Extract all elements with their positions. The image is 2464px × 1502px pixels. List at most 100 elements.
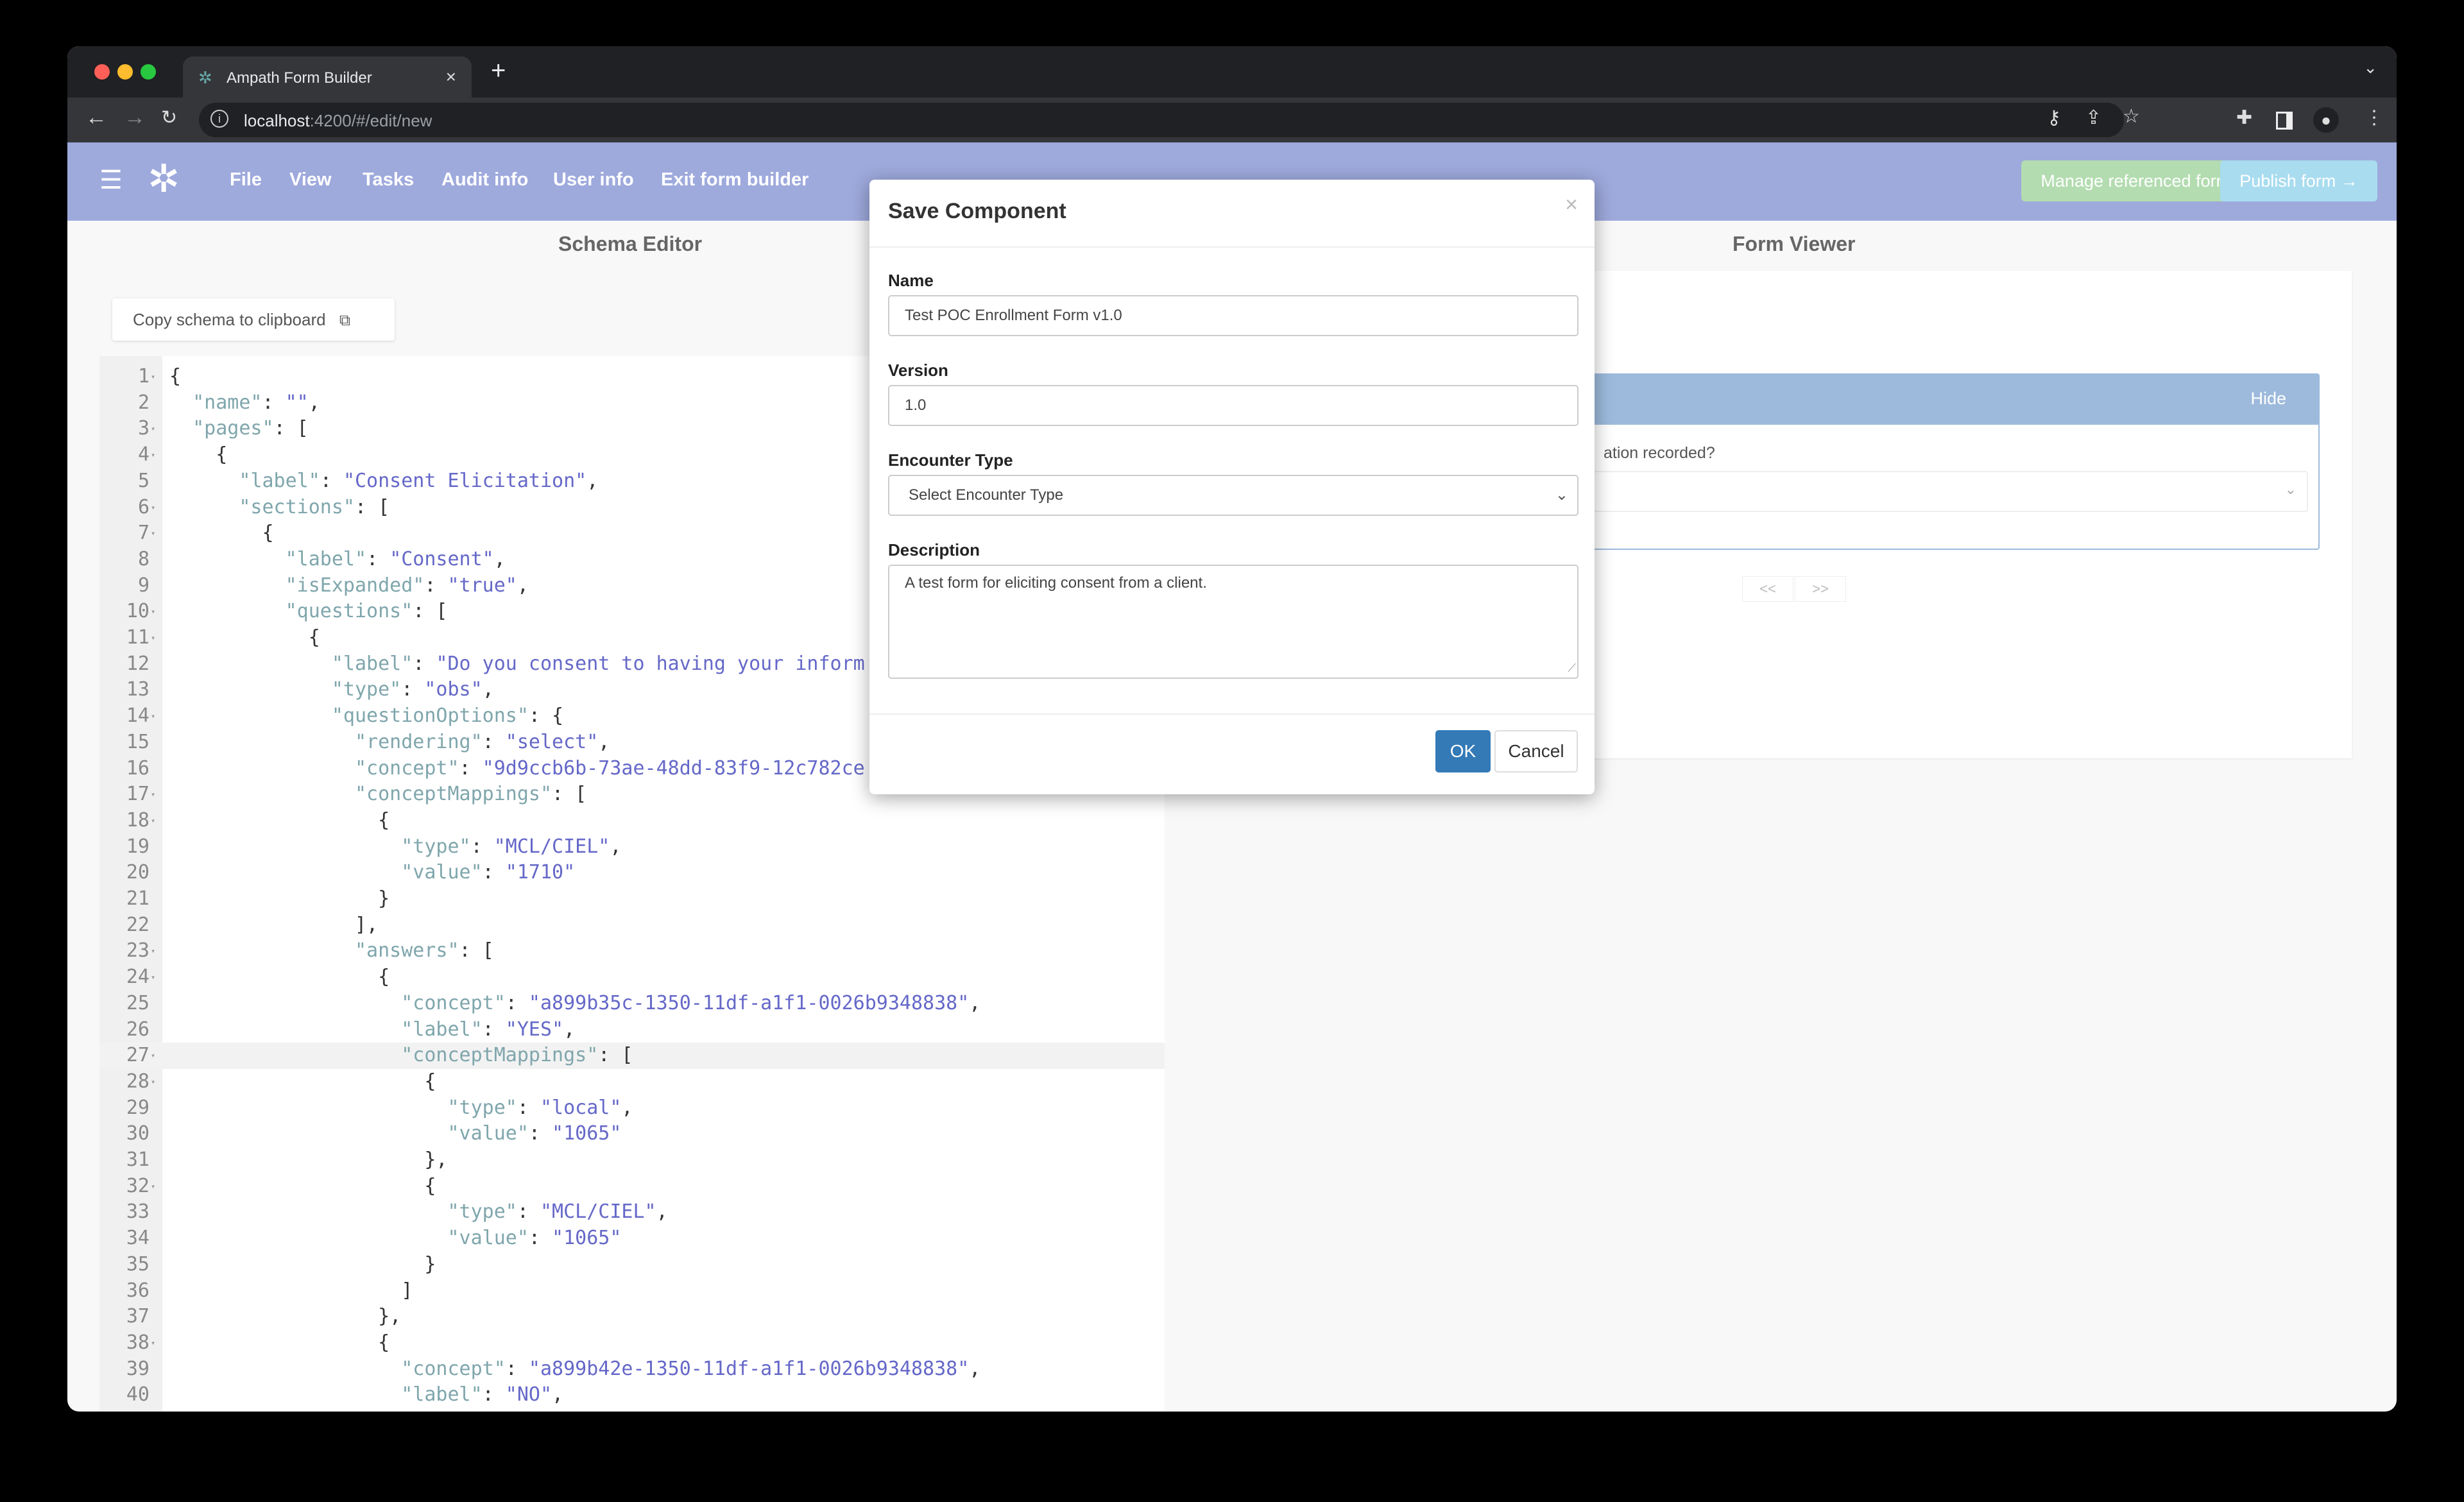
new-tab-icon[interactable]: +	[491, 56, 506, 85]
encounter-type-select[interactable]: Select Encounter Type ⌄	[888, 475, 1579, 516]
line-number: 29	[126, 1096, 150, 1119]
fold-arrow-icon[interactable]: ▾	[151, 416, 155, 442]
chevron-down-icon: ⌄	[1555, 486, 1568, 504]
url-bar[interactable]: i localhost:4200/#/edit/new ⚷ ⇪ ☆	[199, 103, 2140, 137]
code-line[interactable]: 19 "type": "MCL/CIEL",	[99, 834, 1165, 860]
close-window-button[interactable]	[94, 64, 110, 80]
hide-section-button[interactable]: Hide	[2250, 389, 2286, 409]
code-line[interactable]: 25 "concept": "a899b35c-1350-11df-a1f1-0…	[99, 991, 1165, 1017]
key-icon[interactable]: ⚷	[2047, 107, 2061, 129]
code-line[interactable]: 29 "type": "local",	[99, 1095, 1165, 1122]
fold-arrow-icon[interactable]: ▾	[151, 1069, 155, 1095]
fold-arrow-icon[interactable]: ▾	[151, 599, 155, 625]
fold-arrow-icon[interactable]: ▾	[151, 520, 155, 547]
minimize-window-button[interactable]	[117, 64, 133, 80]
json-value: "Do you consent to having your inform	[436, 652, 865, 675]
menu-audit-info[interactable]: Audit info	[441, 169, 528, 191]
share-icon[interactable]: ⇪	[2085, 107, 2101, 129]
code-line[interactable]: 23 ▾ "answers": [	[99, 938, 1165, 964]
code-line[interactable]: 41▾ "conceptMappings": [	[99, 1408, 1165, 1412]
code-text: "type": "MCL/CIEL",	[447, 1200, 668, 1224]
maximize-window-button[interactable]	[141, 64, 156, 80]
menu-user-info[interactable]: User info	[553, 169, 634, 191]
code-line[interactable]: 38 ▾ {	[99, 1330, 1165, 1356]
browser-tab[interactable]: ✲ Ampath Form Builder ×	[183, 56, 472, 98]
modal-close-icon[interactable]: ×	[1565, 192, 1578, 218]
extensions-icon[interactable]: ✚	[2236, 107, 2252, 129]
code-line[interactable]: 35 }	[99, 1252, 1165, 1278]
json-key: "pages"	[193, 417, 274, 440]
description-textarea[interactable]: A test form for eliciting consent from a…	[888, 565, 1579, 679]
copy-schema-button[interactable]: Copy schema to clipboard ⧉	[112, 298, 395, 341]
fold-arrow-icon[interactable]: ▾	[151, 442, 155, 468]
previous-page-button[interactable]: <<	[1742, 576, 1793, 602]
code-line[interactable]: 22 ],	[99, 912, 1165, 939]
code-line[interactable]: 33 "type": "MCL/CIEL",	[99, 1199, 1165, 1225]
tab-list-chevron-icon[interactable]: ⌄	[2363, 58, 2377, 78]
code-line[interactable]: 18 ▾ {	[99, 808, 1165, 834]
question-label: ation recorded?	[1604, 444, 1715, 462]
fold-arrow-icon[interactable]: ▾	[151, 808, 155, 834]
code-line[interactable]: 21 }	[99, 886, 1165, 912]
code-line[interactable]: 30 "value": "1065"	[99, 1121, 1165, 1147]
cancel-button[interactable]: Cancel	[1494, 730, 1578, 772]
side-panel-icon[interactable]	[2276, 112, 2293, 130]
fold-arrow-icon[interactable]: ▾	[151, 1173, 155, 1200]
code-line[interactable]: 34 "value": "1065"	[99, 1225, 1165, 1252]
code-line[interactable]: 36 ]	[99, 1278, 1165, 1304]
json-value: "9d9ccb6b-73ae-48dd-83f9-12c782ce	[482, 756, 865, 780]
code-line[interactable]: 37 },	[99, 1304, 1165, 1330]
site-info-icon[interactable]: i	[210, 110, 228, 128]
back-icon[interactable]: ←	[85, 105, 107, 130]
url-path: :4200/#/edit/new	[309, 111, 432, 130]
ok-button[interactable]: OK	[1435, 730, 1491, 772]
code-text: "conceptMappings": [	[401, 1044, 633, 1067]
fold-arrow-icon[interactable]: ▾	[151, 625, 155, 651]
code-line[interactable]: 31 },	[99, 1147, 1165, 1173]
line-number: 16	[126, 756, 150, 780]
code-text: "type": "obs",	[331, 678, 494, 701]
next-page-button[interactable]: >>	[1795, 576, 1846, 602]
menu-exit-form-builder[interactable]: Exit form builder	[661, 169, 809, 191]
code-line[interactable]: 32 ▾ {	[99, 1173, 1165, 1200]
fold-arrow-icon[interactable]: ▾	[151, 938, 155, 964]
menu-file[interactable]: File	[230, 169, 262, 191]
code-line[interactable]: 40 "label": "NO",	[99, 1382, 1165, 1408]
code-line[interactable]: 24 ▾ {	[99, 964, 1165, 991]
fold-arrow-icon[interactable]: ▾	[151, 964, 155, 991]
reload-icon[interactable]: ↻	[161, 107, 177, 129]
forward-icon[interactable]: →	[124, 105, 146, 130]
name-input[interactable]: Test POC Enrollment Form v1.0	[888, 295, 1579, 336]
json-key: "conceptMappings"	[401, 1410, 598, 1412]
line-number: 2	[137, 391, 150, 414]
fold-arrow-icon[interactable]: ▾	[151, 495, 155, 521]
resize-handle-icon[interactable]: ⟋	[1568, 658, 1576, 678]
fold-arrow-icon[interactable]: ▾	[151, 364, 155, 390]
code-line[interactable]: 28 ▾ {	[99, 1069, 1165, 1095]
code-line[interactable]: 39 "concept": "a899b42e-1350-11df-a1f1-0…	[99, 1356, 1165, 1383]
json-key: "label"	[239, 469, 320, 492]
code-line[interactable]: 26 "label": "YES",	[99, 1017, 1165, 1043]
bookmark-star-icon[interactable]: ☆	[2123, 105, 2140, 128]
publish-form-button[interactable]: Publish form →	[2220, 160, 2377, 201]
fold-arrow-icon[interactable]: ▾	[151, 1330, 155, 1356]
menu-tasks[interactable]: Tasks	[363, 169, 414, 191]
fold-arrow-icon[interactable]: ▾	[151, 1408, 155, 1412]
menu-view[interactable]: View	[289, 169, 332, 191]
close-tab-icon[interactable]: ×	[446, 67, 456, 87]
code-text: "type": "local",	[447, 1096, 633, 1119]
version-input[interactable]: 1.0	[888, 385, 1579, 426]
fold-arrow-icon[interactable]: ▾	[151, 1043, 155, 1069]
profile-icon[interactable]: ●	[2313, 107, 2339, 133]
code-line[interactable]: 27 ▾ "conceptMappings": [	[99, 1043, 1165, 1069]
code-text: "label": "Consent Elicitation",	[239, 469, 599, 492]
code-line[interactable]: 20 "value": "1710"	[99, 860, 1165, 886]
json-value: ""	[285, 391, 309, 414]
browser-menu-icon[interactable]: ⋮	[2365, 107, 2384, 129]
code-text: "sections": [	[239, 495, 390, 518]
line-number: 27	[126, 1044, 150, 1067]
hamburger-menu-icon[interactable]: ☰	[99, 166, 123, 195]
fold-arrow-icon[interactable]: ▾	[151, 703, 155, 730]
code-text: "questions": [	[285, 600, 448, 623]
fold-arrow-icon[interactable]: ▾	[151, 781, 155, 808]
